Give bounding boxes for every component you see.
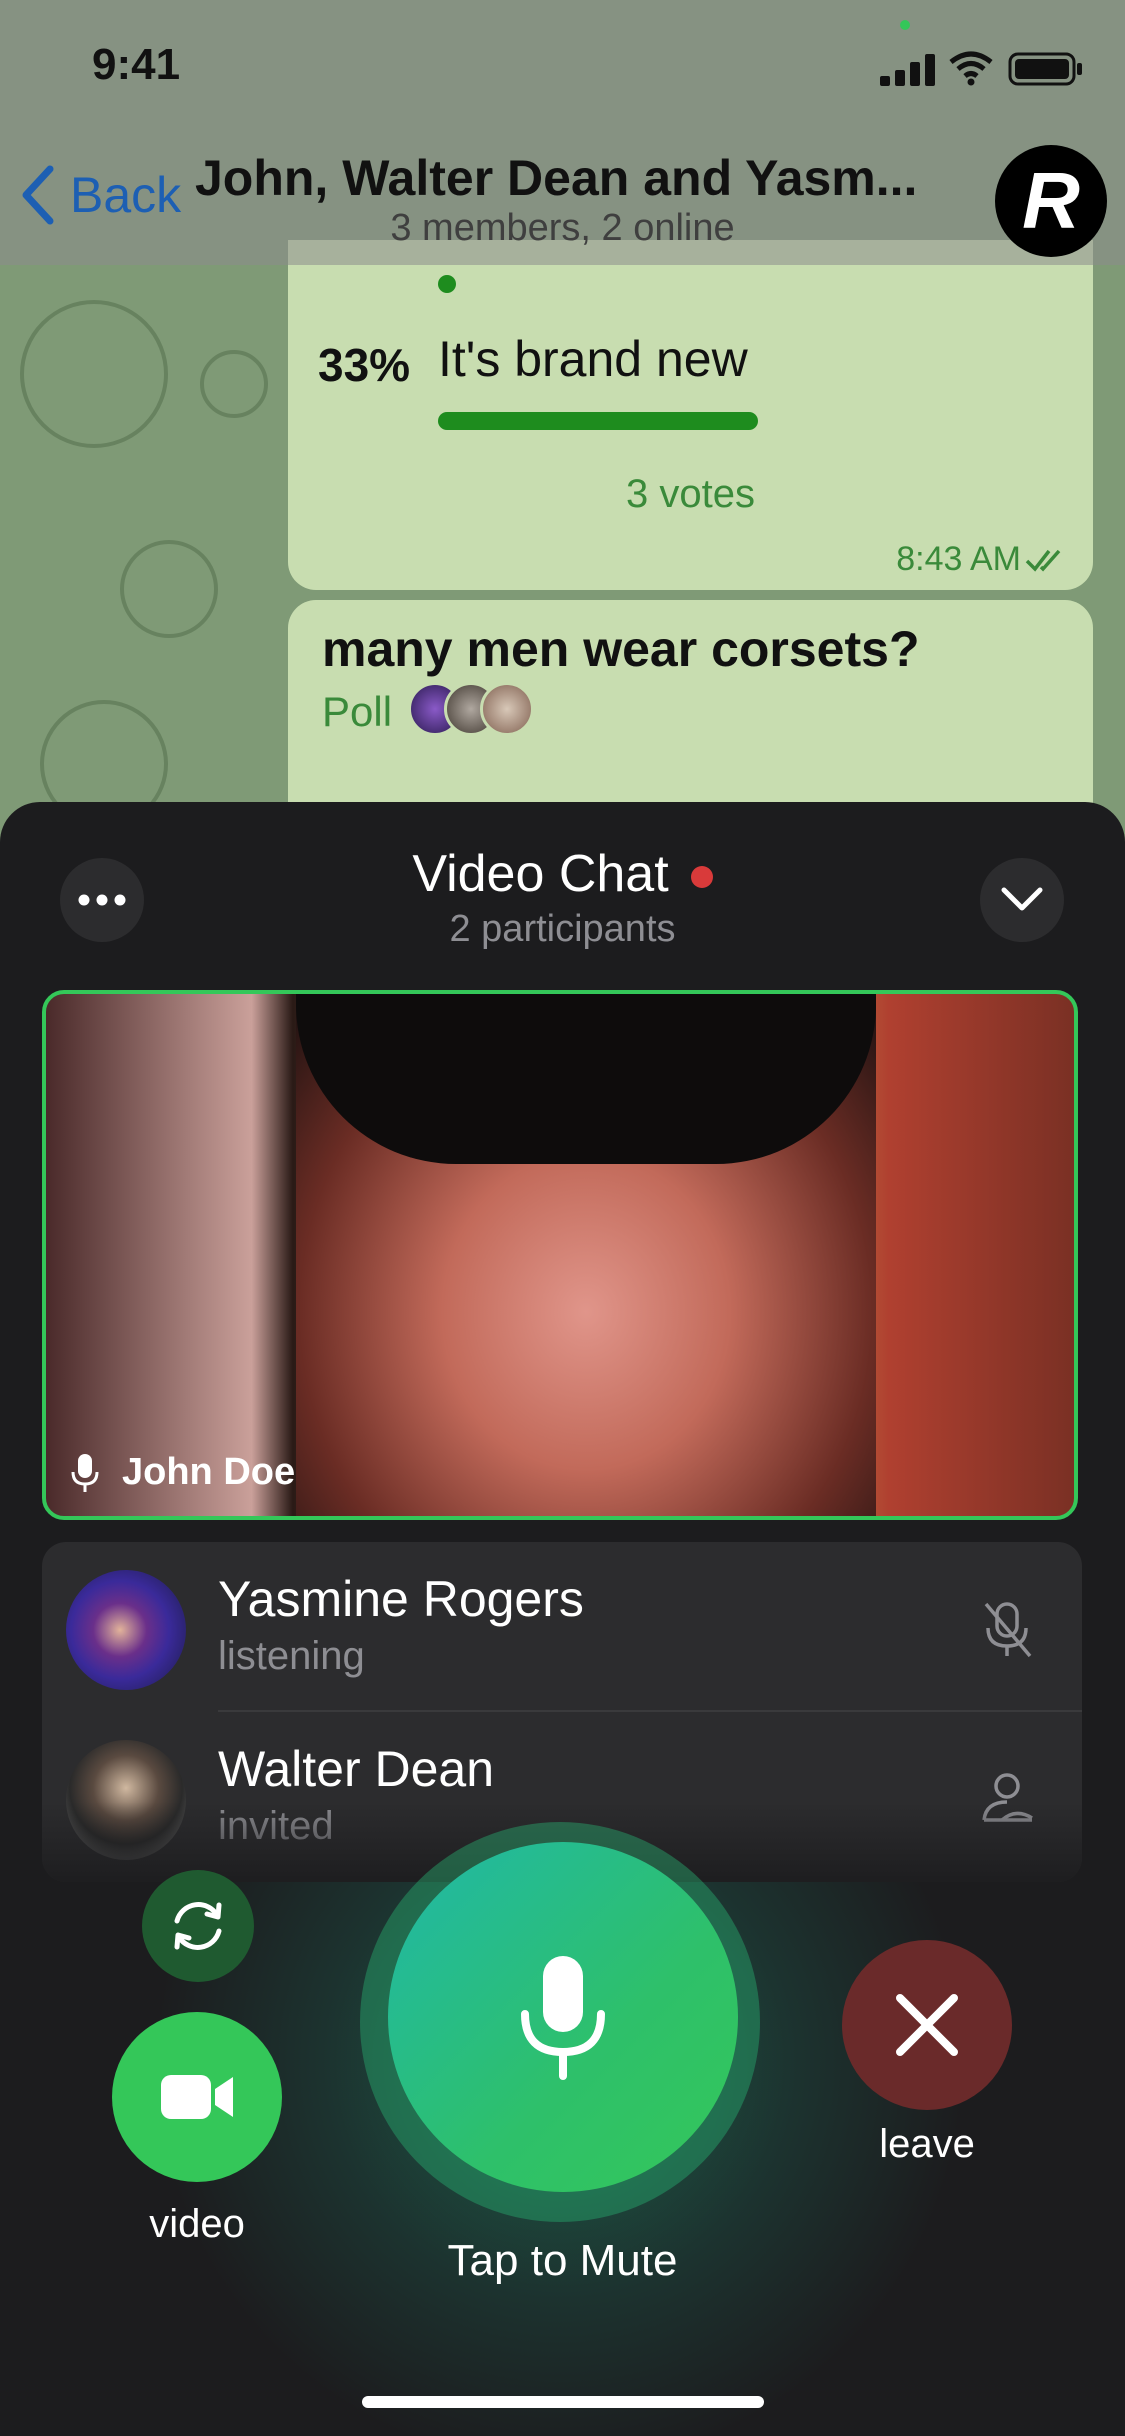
collapse-button[interactable] xyxy=(980,858,1064,942)
double-check-icon xyxy=(1025,549,1061,572)
chat-title[interactable]: John, Walter Dean and Yasm... xyxy=(195,149,917,207)
participant-status: listening xyxy=(218,1634,365,1678)
message-time-text: 8:43 AM xyxy=(896,540,1021,578)
microphone-icon xyxy=(521,1956,605,2080)
avatar xyxy=(66,1570,186,1690)
voter-avatar xyxy=(480,682,534,736)
participant-name: Walter Dean xyxy=(218,1741,495,1797)
chat-subtitle: 3 members, 2 online xyxy=(390,207,735,249)
status-bar: 9:41 xyxy=(0,0,1125,135)
video-chat-title-text: Video Chat xyxy=(412,845,669,903)
video-chat-title: Video Chat xyxy=(0,844,1125,904)
speaker-video-hair xyxy=(296,994,876,1164)
message-time: 8:43 AM xyxy=(896,540,1069,579)
speaker-name: John Doe xyxy=(122,1451,296,1493)
chevron-down-icon xyxy=(1001,887,1043,911)
poll-option-percent: 33% xyxy=(318,339,411,391)
rotate-camera-icon xyxy=(174,1902,222,1950)
poll-question: many men wear corsets? xyxy=(322,621,920,677)
video-toggle-button[interactable] xyxy=(112,2012,282,2182)
participant-name: Yasmine Rogers xyxy=(218,1571,584,1627)
leave-button[interactable] xyxy=(842,1940,1012,2110)
video-chat-panel: Video Chat 2 participants John Doe Yasmi… xyxy=(0,802,1125,2436)
participant-row[interactable]: Yasmine Rogers listening xyxy=(42,1542,1082,1710)
video-camera-icon xyxy=(161,2075,233,2119)
camera-indicator-dot xyxy=(900,20,910,30)
mic-muted-icon[interactable] xyxy=(972,1594,1042,1664)
chat-avatar[interactable]: R xyxy=(995,145,1107,257)
wifi-icon xyxy=(949,51,993,86)
signal-icon xyxy=(880,52,936,86)
mute-label: Tap to Mute xyxy=(447,2236,678,2285)
mute-button[interactable] xyxy=(388,1842,738,2192)
speaker-label: John Doe xyxy=(70,1451,295,1494)
poll-label: Poll xyxy=(322,688,393,735)
speaker-video-tile[interactable]: John Doe xyxy=(42,990,1078,1520)
home-indicator[interactable] xyxy=(362,2396,764,2408)
chat-header: Back John, Walter Dean and Yasm... 3 mem… xyxy=(0,135,1125,265)
mic-icon xyxy=(71,1453,99,1492)
close-icon xyxy=(896,1994,958,2056)
leave-label: leave xyxy=(879,2122,975,2166)
recording-dot xyxy=(690,866,713,889)
poll-option-dot xyxy=(438,275,456,293)
flip-camera-button[interactable] xyxy=(142,1870,254,1982)
poll-option-bar xyxy=(438,412,758,430)
participants-count: 2 participants xyxy=(449,908,676,950)
poll-votes-count[interactable]: 3 votes xyxy=(288,472,1093,517)
poll-message-bubble[interactable]: 33% It's brand new 3 votes 8:43 AM xyxy=(288,240,1093,590)
battery-icon xyxy=(1008,52,1082,86)
poll-option-text: It's brand new xyxy=(438,331,748,387)
status-time: 9:41 xyxy=(92,40,181,89)
